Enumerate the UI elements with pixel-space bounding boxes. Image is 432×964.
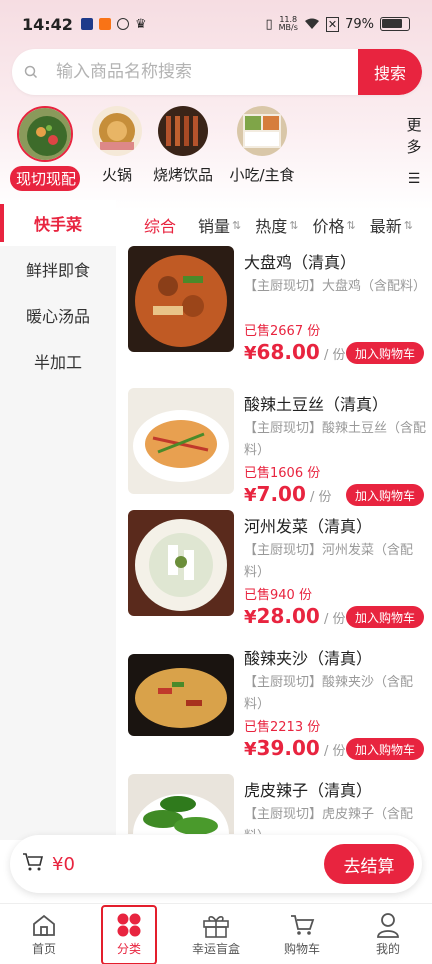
sidebar-item-banjiagong[interactable]: 半加工 <box>0 338 116 384</box>
product-card[interactable]: 虎皮辣子（清真） 【主厨现切】虎皮辣子（含配料） <box>116 774 432 834</box>
sort-sales[interactable]: 销量 ⇅ <box>198 213 241 237</box>
app-notification-icon <box>80 18 93 30</box>
category-item-bbq[interactable]: 烧烤饮品 <box>150 106 216 185</box>
dapanji-image <box>128 246 234 352</box>
facai-image <box>128 510 234 616</box>
category-item-xianqie[interactable]: 现切现配 <box>10 106 80 191</box>
sort-bar: 综合 销量 ⇅ 热度 ⇅ 价格 ⇅ 最新 ⇅ <box>116 200 432 250</box>
menu-lines-icon: ☰ <box>407 171 421 187</box>
sort-comprehensive[interactable]: 综合 <box>144 213 176 237</box>
add-to-cart-button[interactable]: 加入购物车 <box>346 342 424 364</box>
app-notification-icon <box>98 18 111 30</box>
cart-bar: ¥0 去结算 <box>10 835 422 893</box>
more-categories-button[interactable]: 更 多 ☰ <box>404 114 424 190</box>
gift-box-icon <box>186 910 246 940</box>
app-notification-icon <box>116 18 129 30</box>
battery-percent: 79% <box>345 16 374 32</box>
status-time: 14:42 <box>22 14 73 34</box>
jiasha-image <box>128 654 234 736</box>
price: ¥39.00 / 份 <box>244 736 346 760</box>
bottom-tab-bar: 首页 分类 幸运盲盒 购物车 我的 <box>0 903 432 964</box>
add-to-cart-button[interactable]: 加入购物车 <box>346 738 424 760</box>
tab-profile[interactable]: 我的 <box>358 910 418 957</box>
crown-icon: ♛ <box>134 16 147 32</box>
cart-total: ¥0 <box>52 853 75 875</box>
sort-arrows-icon: ⇅ <box>403 218 413 232</box>
sort-newest[interactable]: 最新 ⇅ <box>370 213 413 237</box>
profile-icon <box>358 910 418 940</box>
product-card[interactable]: 酸辣夹沙（清真） 【主厨现切】酸辣夹沙（含配料） 已售2213 份 ¥39.00… <box>116 642 432 774</box>
search-icon <box>12 65 50 79</box>
price: ¥28.00 / 份 <box>244 604 346 628</box>
hotpot-image <box>92 106 142 156</box>
product-card[interactable]: 河州发菜（清真） 【主厨现切】河州发菜（含配料） 已售940 份 ¥28.00 … <box>116 510 432 642</box>
potato-shreds-image <box>128 388 234 494</box>
sort-arrows-icon: ⇅ <box>289 218 299 232</box>
hupi-pepper-image <box>128 774 234 834</box>
add-to-cart-button[interactable]: 加入购物车 <box>346 484 424 506</box>
sidebar-item-xianban[interactable]: 鲜拌即食 <box>0 246 116 292</box>
price: ¥7.00 / 份 <box>244 482 332 506</box>
sidebar-item-nuanxin[interactable]: 暖心汤品 <box>0 292 116 338</box>
snack-meal-image <box>237 106 287 156</box>
active-tab-highlight <box>101 905 157 964</box>
category-strip: 现切现配 火锅 烧烤饮品 小吃/主食 更 多 ☰ <box>0 106 432 194</box>
product-list: 大盘鸡（清真） 【主厨现切】大盘鸡（含配料） 已售2667 份 ¥68.00 /… <box>116 244 432 834</box>
checkout-button[interactable]: 去结算 <box>324 844 414 884</box>
sort-popularity[interactable]: 热度 ⇅ <box>255 213 298 237</box>
sidebar-item-kuaishoucai[interactable]: 快手菜 <box>0 200 116 246</box>
product-card[interactable]: 大盘鸡（清真） 【主厨现切】大盘鸡（含配料） 已售2667 份 ¥68.00 /… <box>116 246 432 378</box>
tab-lucky-box[interactable]: 幸运盲盒 <box>186 910 246 957</box>
add-to-cart-button[interactable]: 加入购物车 <box>346 606 424 628</box>
wifi-icon <box>304 18 319 29</box>
sort-price[interactable]: 价格 ⇅ <box>312 213 355 237</box>
vibrate-icon: ▯ <box>265 16 273 32</box>
bbq-skewers-image <box>158 106 208 156</box>
net-speed: 11.8 MB/s <box>278 15 298 32</box>
tab-cart[interactable]: 购物车 <box>272 910 332 957</box>
sim-icon: ✕ <box>325 16 340 32</box>
tab-home[interactable]: 首页 <box>14 910 74 957</box>
product-card[interactable]: 酸辣土豆丝（清真） 【主厨现切】酸辣土豆丝（含配料） 已售1606 份 ¥7.0… <box>116 388 432 520</box>
category-sidebar: 快手菜 鲜拌即食 暖心汤品 半加工 <box>0 200 116 840</box>
cart-icon[interactable] <box>22 852 44 876</box>
home-icon <box>14 910 74 940</box>
cart-icon <box>272 910 332 940</box>
status-bar: 14:42 ♛ ▯ 11.8 MB/s ✕ 79% <box>0 0 432 48</box>
category-item-hotpot[interactable]: 火锅 <box>92 106 142 185</box>
search-input[interactable] <box>50 49 358 95</box>
sort-arrows-icon: ⇅ <box>232 218 242 232</box>
search-bar: 搜索 <box>12 49 422 95</box>
price: ¥68.00 / 份 <box>244 340 346 364</box>
category-item-snack[interactable]: 小吃/主食 <box>226 106 298 185</box>
battery-icon <box>380 17 410 31</box>
search-button[interactable]: 搜索 <box>358 49 422 95</box>
stir-fry-dish-image <box>17 106 73 162</box>
sort-arrows-icon: ⇅ <box>346 218 356 232</box>
